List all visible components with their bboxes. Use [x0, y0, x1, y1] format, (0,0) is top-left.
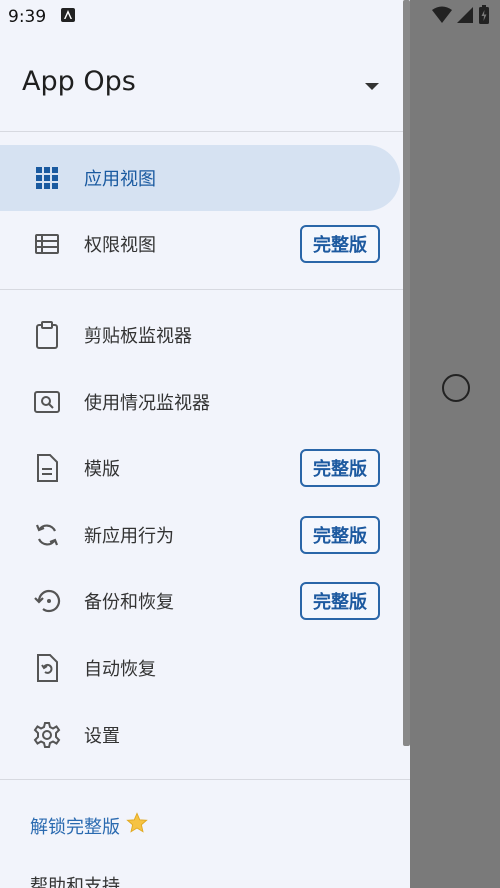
nav-item-templates[interactable]: 模版 完整版	[0, 435, 400, 501]
full-version-badge: 完整版	[300, 449, 380, 487]
nav-label: 应用视图	[84, 169, 156, 190]
status-bar: 9:39	[0, 0, 500, 34]
nav-label: 设置	[84, 726, 120, 747]
drawer-header[interactable]: App Ops	[0, 50, 410, 120]
star-icon	[126, 812, 148, 839]
unlock-label: 解锁完整版	[30, 816, 120, 838]
full-version-badge: 完整版	[300, 516, 380, 554]
scrollbar[interactable]	[403, 0, 410, 746]
app-title: App Ops	[22, 66, 136, 97]
gear-icon	[32, 720, 62, 750]
nav-item-auto-restore[interactable]: 自动恢复	[0, 635, 400, 701]
wifi-icon	[432, 6, 452, 28]
home-button[interactable]	[442, 374, 470, 402]
sync-icon	[32, 520, 62, 550]
divider	[0, 779, 410, 780]
help-support-link[interactable]: 帮助和支持	[30, 872, 120, 888]
nav-label: 权限视图	[84, 235, 156, 256]
nav-label: 剪贴板监视器	[84, 326, 192, 347]
divider	[0, 289, 410, 290]
notification-icon	[60, 7, 76, 27]
clipboard-icon	[32, 320, 62, 350]
backup-restore-icon	[32, 586, 62, 616]
signal-icon	[456, 6, 474, 28]
nav-label: 备份和恢复	[84, 592, 174, 613]
nav-item-app-view[interactable]: 应用视图	[0, 145, 400, 211]
search-window-icon	[32, 387, 62, 417]
status-time: 9:39	[8, 7, 47, 27]
nav-label: 模版	[84, 459, 120, 480]
document-icon	[32, 453, 62, 483]
nav-item-clipboard-monitor[interactable]: 剪贴板监视器	[0, 302, 400, 368]
battery-icon	[478, 5, 490, 29]
full-version-badge: 完整版	[300, 582, 380, 620]
nav-item-backup-restore[interactable]: 备份和恢复 完整版	[0, 568, 400, 634]
nav-label: 使用情况监视器	[84, 393, 210, 414]
nav-label: 自动恢复	[84, 659, 156, 680]
list-icon	[32, 229, 62, 259]
nav-label: 新应用行为	[84, 526, 174, 547]
full-version-badge: 完整版	[300, 225, 380, 263]
nav-item-settings[interactable]: 设置	[0, 702, 400, 768]
nav-item-usage-monitor[interactable]: 使用情况监视器	[0, 369, 400, 435]
auto-restore-icon	[32, 653, 62, 683]
unlock-full-version-link[interactable]: 解锁完整版	[30, 812, 148, 839]
nav-item-new-app-behavior[interactable]: 新应用行为 完整版	[0, 502, 400, 568]
nav-item-permission-view[interactable]: 权限视图 完整版	[0, 211, 400, 277]
grid-icon	[32, 163, 62, 193]
navigation-drawer: App Ops 应用视图 权限视图 完整版 剪贴板监视器 使用情况监视器 模版 …	[0, 0, 410, 888]
divider	[0, 131, 410, 132]
chevron-down-icon[interactable]	[362, 78, 382, 92]
